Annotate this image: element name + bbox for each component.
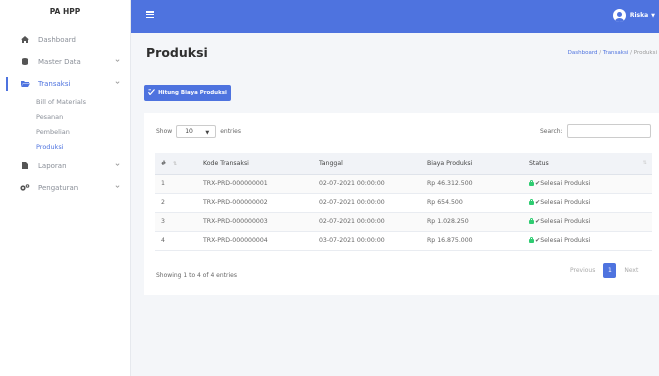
column-header-status-label: Status	[529, 159, 549, 167]
cell-no: 3	[155, 212, 173, 232]
status-badge: ✔Selesai Produksi	[529, 174, 652, 194]
cell-tanggal: 02-07-2021 00:00:00	[319, 212, 427, 232]
sidebar-item-label: Laporan	[38, 162, 67, 170]
cell-kode-transaksi: TRX-PRD-000000004	[203, 231, 319, 251]
cell-no: 1	[155, 174, 173, 194]
user-menu[interactable]: Riska ▼	[612, 9, 655, 22]
sidebar-subitem-pembelian[interactable]: Pembelian	[0, 125, 130, 140]
next-button[interactable]: Next	[618, 267, 644, 274]
column-header-kode-transaksi[interactable]: Kode Transaksi	[203, 153, 319, 175]
cell-tanggal: 02-07-2021 00:00:00	[319, 174, 427, 194]
status-badge: ✔Selesai Produksi	[529, 231, 652, 251]
sort-icon: ⇅	[642, 160, 647, 166]
search-input[interactable]	[566, 124, 651, 138]
sidebar-item-label: Pengaturan	[38, 184, 79, 192]
cell-tanggal: 03-07-2021 00:00:00	[319, 231, 427, 251]
sidebar-item-label: Dashboard	[38, 36, 76, 44]
entries-length-control: Show 10 ▼ entries	[156, 125, 241, 138]
produksi-card: Show 10 ▼ entries Search: # ⇅ Kode Trans…	[144, 113, 659, 295]
folder-open-icon	[20, 80, 30, 89]
cell-kode-transaksi: TRX-PRD-000000002	[203, 193, 319, 213]
pagination: Previous 1 Next	[564, 263, 644, 278]
entries-label: entries	[220, 128, 242, 135]
page-title: Produksi	[146, 45, 208, 60]
table-row: 4 TRX-PRD-000000004 03-07-2021 00:00:00 …	[155, 231, 652, 251]
sort-icon[interactable]: ⇅	[173, 153, 203, 175]
status-badge: ✔Selesai Produksi	[529, 212, 652, 232]
sidebar-nav: Dashboard Master Data Transaksi Bill of …	[0, 29, 130, 199]
menu-toggle-icon[interactable]	[146, 11, 154, 19]
sidebar-item-dashboard[interactable]: Dashboard	[0, 29, 130, 51]
avatar	[612, 9, 626, 22]
lock-icon	[529, 217, 534, 224]
database-icon	[20, 57, 30, 67]
calculator-icon	[148, 89, 156, 97]
entries-select[interactable]: 10 ▼	[176, 125, 217, 138]
cell-no: 2	[155, 193, 173, 213]
sidebar: PA HPP Dashboard Master Data Transaksi B…	[0, 0, 131, 376]
chevron-down-icon	[115, 81, 120, 84]
previous-button[interactable]: Previous	[564, 267, 601, 274]
produksi-table: # ⇅ Kode Transaksi Tanggal Biaya Produks…	[155, 153, 652, 251]
breadcrumb-current: Produksi	[633, 50, 657, 56]
table-row: 1 TRX-PRD-000000001 02-07-2021 00:00:00 …	[155, 174, 652, 194]
table-info: Showing 1 to 4 of 4 entries	[156, 272, 237, 279]
column-header-status[interactable]: Status ⇅	[529, 153, 652, 175]
breadcrumb-dashboard[interactable]: Dashboard	[568, 50, 598, 56]
show-label: Show	[156, 128, 173, 135]
search-control: Search:	[540, 124, 651, 138]
table-row: 2 TRX-PRD-000000002 02-07-2021 00:00:00 …	[155, 193, 652, 213]
column-header-no[interactable]: #	[155, 153, 173, 175]
cell-kode-transaksi: TRX-PRD-000000003	[203, 212, 319, 232]
user-name: Riska	[629, 12, 649, 19]
status-badge: ✔Selesai Produksi	[529, 193, 652, 213]
cell-biaya-produksi: Rp 1.028.250	[427, 212, 529, 232]
chevron-down-icon	[115, 185, 120, 188]
sidebar-item-laporan[interactable]: Laporan	[0, 155, 130, 177]
column-header-tanggal[interactable]: Tanggal	[319, 153, 427, 175]
breadcrumb: Dashboard / Transaksi / Produksi	[568, 50, 657, 56]
hitung-biaya-produksi-label: Hitung Biaya Produksi	[158, 90, 227, 96]
sidebar-item-label: Transaksi	[38, 80, 71, 88]
chevron-down-icon: ▼	[205, 129, 210, 136]
chevron-down-icon	[115, 59, 120, 62]
lock-icon	[529, 198, 534, 205]
sidebar-item-label: Master Data	[38, 58, 81, 66]
topbar: Riska ▼	[131, 0, 659, 33]
table-row: 3 TRX-PRD-000000003 02-07-2021 00:00:00 …	[155, 212, 652, 232]
sidebar-subitem-pesanan[interactable]: Pesanan	[0, 110, 130, 125]
cell-biaya-produksi: Rp 654.500	[427, 193, 529, 213]
breadcrumb-separator: /	[630, 50, 632, 56]
page-1-button[interactable]: 1	[603, 263, 617, 278]
cell-tanggal: 02-07-2021 00:00:00	[319, 193, 427, 213]
table-header-row: # ⇅ Kode Transaksi Tanggal Biaya Produks…	[155, 153, 652, 175]
cell-kode-transaksi: TRX-PRD-000000001	[203, 174, 319, 194]
search-label: Search:	[540, 127, 563, 135]
entries-value: 10	[185, 128, 193, 135]
caret-down-icon: ▼	[651, 12, 655, 19]
sidebar-item-pengaturan[interactable]: Pengaturan	[0, 177, 130, 199]
lock-icon	[529, 179, 534, 186]
sidebar-subitem-produksi[interactable]: Produksi	[0, 140, 130, 155]
sidebar-subitem-bill-of-materials[interactable]: Bill of Materials	[0, 95, 130, 110]
cell-no: 4	[155, 231, 173, 251]
breadcrumb-transaksi[interactable]: Transaksi	[603, 50, 628, 56]
hitung-biaya-produksi-button[interactable]: Hitung Biaya Produksi	[144, 85, 231, 101]
column-header-biaya-produksi[interactable]: Biaya Produksi	[427, 153, 529, 175]
sidebar-item-transaksi[interactable]: Transaksi	[0, 73, 130, 95]
file-icon	[20, 161, 30, 171]
sidebar-item-master-data[interactable]: Master Data	[0, 51, 130, 73]
chevron-down-icon	[115, 163, 120, 166]
cogs-icon	[20, 183, 30, 193]
cell-biaya-produksi: Rp 16.875.000	[427, 231, 529, 251]
brand-title: PA HPP	[49, 7, 81, 16]
breadcrumb-separator: /	[599, 50, 602, 56]
cell-biaya-produksi: Rp 46.312.500	[427, 174, 529, 194]
lock-icon	[529, 236, 534, 243]
home-icon	[20, 35, 30, 45]
